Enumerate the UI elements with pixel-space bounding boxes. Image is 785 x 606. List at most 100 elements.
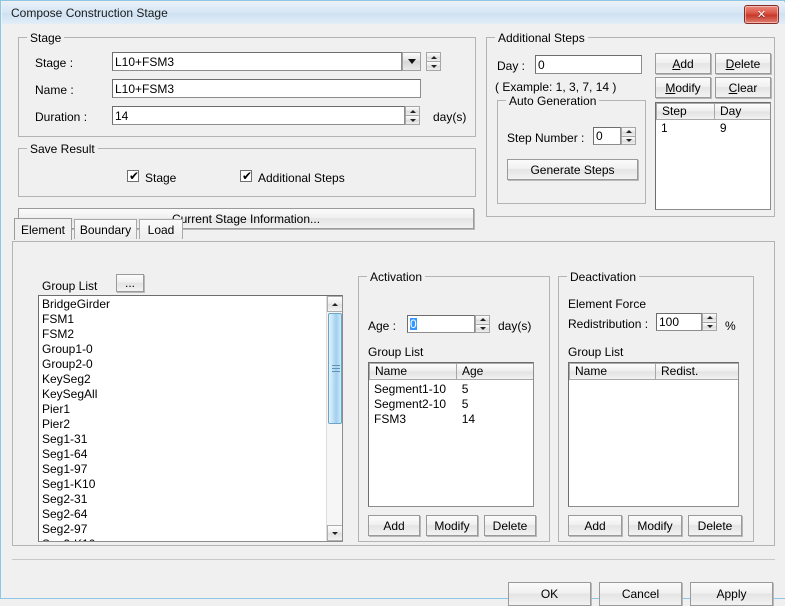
activation-grid-body: Segment1-10 5 Segment2-10 5 FSM3 14 [369, 382, 533, 427]
step-clear-button[interactable]: Clear [715, 77, 771, 98]
activation-modify-button[interactable]: Modify [426, 515, 478, 536]
list-item[interactable]: Pier1 [39, 402, 325, 417]
step-column-header[interactable]: Step [656, 103, 715, 120]
list-item[interactable]: Seg1-31 [39, 432, 325, 447]
table-row[interactable]: Segment2-10 5 [369, 397, 533, 412]
activation-name-cell: FSM3 [374, 412, 407, 426]
scrollbar-thumb[interactable] [328, 313, 342, 424]
title-bar: Compose Construction Stage ✕ [2, 2, 785, 25]
table-row[interactable]: Segment1-10 5 [369, 382, 533, 397]
table-row[interactable]: 1 9 [656, 121, 770, 136]
caret-down-icon [430, 64, 437, 68]
redistribution-input[interactable]: 100 [656, 313, 702, 331]
deactivation-group: Deactivation Element Force Redistributio… [558, 270, 754, 542]
duration-input[interactable]: 14 [112, 106, 405, 125]
stage-field-label: Stage : [35, 56, 74, 70]
activation-age-column-header[interactable]: Age [457, 363, 533, 380]
activation-add-button[interactable]: Add [368, 515, 420, 536]
deactivation-modify-button[interactable]: Modify [628, 515, 682, 536]
redistribution-spinner[interactable] [702, 313, 717, 331]
ok-button[interactable]: OK [508, 582, 591, 606]
stage-combo-arrow[interactable] [402, 52, 421, 71]
deactivation-redist-column-header[interactable]: Redist. [656, 363, 738, 380]
scroll-down-button[interactable] [327, 525, 342, 541]
step-number-spinner[interactable] [621, 127, 636, 145]
additional-steps-title: Additional Steps [495, 31, 588, 45]
group-list-scrollbar[interactable] [326, 296, 342, 541]
activation-age-spinner-down[interactable] [475, 324, 490, 333]
deactivation-grid[interactable]: Name Redist. [568, 362, 739, 507]
list-item[interactable]: Group2-0 [39, 357, 325, 372]
additional-steps-group: Additional Steps Day : 0 ( Example: 1, 3… [486, 31, 775, 217]
list-item[interactable]: KeySegAll [39, 387, 325, 402]
step-day-grid[interactable]: Step Day 1 9 [655, 102, 771, 210]
save-result-group: Save Result ✔ Stage ✔ Additional Steps [18, 142, 476, 197]
caret-up-icon [625, 130, 632, 134]
step-number-spinner-down[interactable] [621, 136, 636, 145]
duration-spinner-up[interactable] [405, 106, 420, 116]
day-column-header[interactable]: Day [715, 103, 770, 120]
list-item[interactable]: Group1-0 [39, 342, 325, 357]
caret-down-icon [479, 326, 486, 330]
name-input[interactable]: L10+FSM3 [112, 79, 421, 98]
list-item[interactable]: FSM1 [39, 312, 325, 327]
apply-button[interactable]: Apply [690, 582, 773, 606]
list-item[interactable]: Seg1-64 [39, 447, 325, 462]
stage-spinner-down[interactable] [426, 62, 441, 71]
table-row[interactable]: FSM3 14 [369, 412, 533, 427]
activation-grid[interactable]: Name Age Segment1-10 5 Segment2-10 5 FSM… [368, 362, 534, 507]
redistribution-spinner-down[interactable] [702, 322, 717, 331]
list-item[interactable]: Seg2-97 [39, 522, 325, 537]
activation-group-list-label: Group List [368, 345, 424, 359]
tab-boundary[interactable]: Boundary [74, 219, 137, 239]
save-additional-steps-checkbox[interactable]: ✔ [240, 170, 252, 182]
step-add-button[interactable]: Add [655, 53, 711, 74]
auto-generation-title: Auto Generation [506, 94, 600, 108]
list-item[interactable]: Seg1-97 [39, 462, 325, 477]
stage-spinner-up[interactable] [426, 52, 441, 62]
activation-age-input[interactable]: 0 [407, 315, 475, 333]
tab-element[interactable]: Element [14, 218, 72, 240]
activation-group: Activation Age : 0 day(s) Group List Nam… [358, 270, 550, 542]
generate-steps-button[interactable]: Generate Steps [507, 159, 638, 180]
duration-spinner[interactable] [405, 106, 420, 125]
list-item[interactable]: Seg2-31 [39, 492, 325, 507]
deactivation-add-button[interactable]: Add [568, 515, 622, 536]
list-item[interactable]: Pier2 [39, 417, 325, 432]
activation-age-spinner[interactable] [475, 315, 490, 333]
group-list-box[interactable]: BridgeGirder FSM1 FSM2 Group1-0 Group2-0… [38, 295, 343, 542]
list-item[interactable]: FSM2 [39, 327, 325, 342]
list-item[interactable]: Seg2-K10 [39, 537, 325, 541]
step-number-input[interactable]: 0 [593, 127, 621, 145]
redistribution-unit: % [725, 319, 736, 333]
duration-spinner-down[interactable] [405, 116, 420, 125]
list-item[interactable]: Seg2-64 [39, 507, 325, 522]
stage-combo-input[interactable]: L10+FSM3 [112, 52, 402, 71]
activation-name-column-header[interactable]: Name [369, 363, 457, 380]
step-delete-mnemonic: D [725, 56, 735, 71]
list-item[interactable]: Seg1-K10 [39, 477, 325, 492]
tab-bar: Element Boundary Load [12, 218, 775, 242]
activation-age-spinner-up[interactable] [475, 315, 490, 325]
tab-load[interactable]: Load [139, 219, 183, 239]
activation-age-cell: 14 [461, 412, 476, 426]
activation-delete-button[interactable]: Delete [484, 515, 536, 536]
step-delete-button[interactable]: Delete [715, 53, 771, 74]
close-button[interactable]: ✕ [744, 5, 779, 24]
list-item[interactable]: KeySeg2 [39, 372, 325, 387]
deactivation-name-column-header[interactable]: Name [569, 363, 656, 380]
cancel-button[interactable]: Cancel [599, 582, 682, 606]
scroll-up-button[interactable] [327, 296, 342, 312]
list-item[interactable]: BridgeGirder [39, 297, 325, 312]
caret-down-icon [706, 324, 713, 328]
deactivation-delete-button[interactable]: Delete [688, 515, 742, 536]
step-number-label: Step Number : [507, 131, 585, 145]
day-input[interactable]: 0 [535, 55, 642, 74]
group-list-browse-button[interactable]: ... [116, 274, 144, 292]
step-number-spinner-up[interactable] [621, 127, 636, 137]
save-stage-checkbox[interactable]: ✔ [127, 170, 139, 182]
group-list-label: Group List [42, 279, 98, 293]
redistribution-spinner-up[interactable] [702, 313, 717, 323]
step-modify-button[interactable]: Modify [655, 77, 711, 98]
stage-spinner[interactable] [426, 52, 441, 71]
